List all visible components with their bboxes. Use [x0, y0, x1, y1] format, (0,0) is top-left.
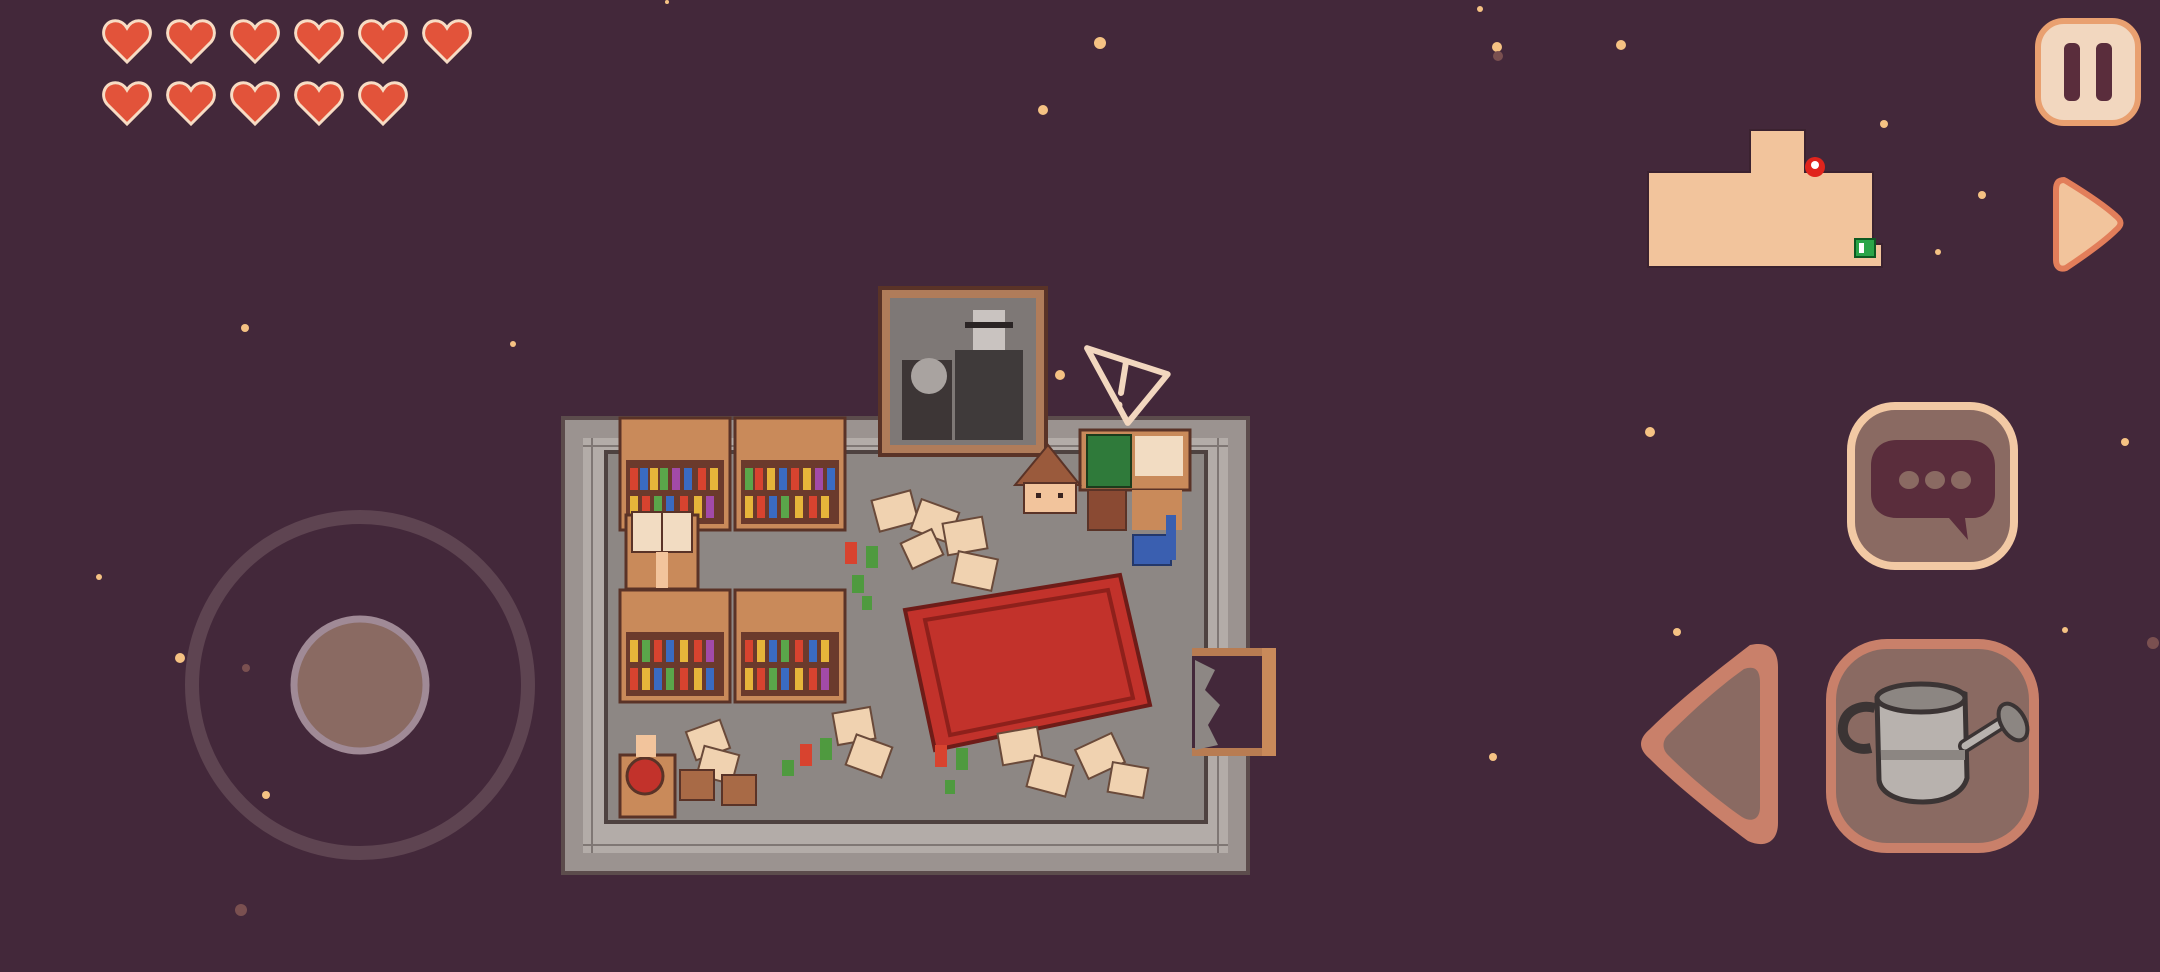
minimap-rooms [1647, 129, 1883, 268]
open-book-lectern [624, 511, 700, 591]
minimap[interactable] [1645, 127, 1885, 272]
heart-icon [358, 19, 408, 65]
virtual-joystick[interactable] [185, 510, 535, 860]
heart-icon [294, 81, 344, 127]
bookshelf-bottom-left [618, 588, 732, 704]
heart-icon [166, 81, 216, 127]
joystick-knob[interactable] [290, 615, 430, 755]
heart-icon [358, 81, 408, 127]
bookshelf-top-right [733, 416, 847, 532]
item-button[interactable] [1825, 638, 2040, 854]
heart-icon [230, 19, 280, 65]
heart-icon [230, 81, 280, 127]
bookshelf-bottom-right [733, 588, 847, 704]
heart-icon [102, 19, 152, 65]
hearts-row-1 [100, 14, 474, 68]
talk-button[interactable] [1845, 400, 2020, 572]
play-left-icon [1641, 643, 1778, 845]
exit-sign-icon [1854, 238, 1876, 258]
hearts-row-2 [100, 76, 474, 130]
pause-button[interactable] [2034, 17, 2142, 127]
heart-icon [294, 19, 344, 65]
next-button[interactable] [2050, 170, 2125, 280]
prev-button[interactable] [1632, 635, 1782, 855]
play-right-icon [2053, 177, 2124, 272]
health-hearts [100, 14, 474, 138]
heart-icon [422, 19, 472, 65]
map-pin-icon [1805, 157, 1825, 177]
heart-icon [166, 19, 216, 65]
portrait-painting [878, 286, 1048, 457]
heart-icon [102, 81, 152, 127]
